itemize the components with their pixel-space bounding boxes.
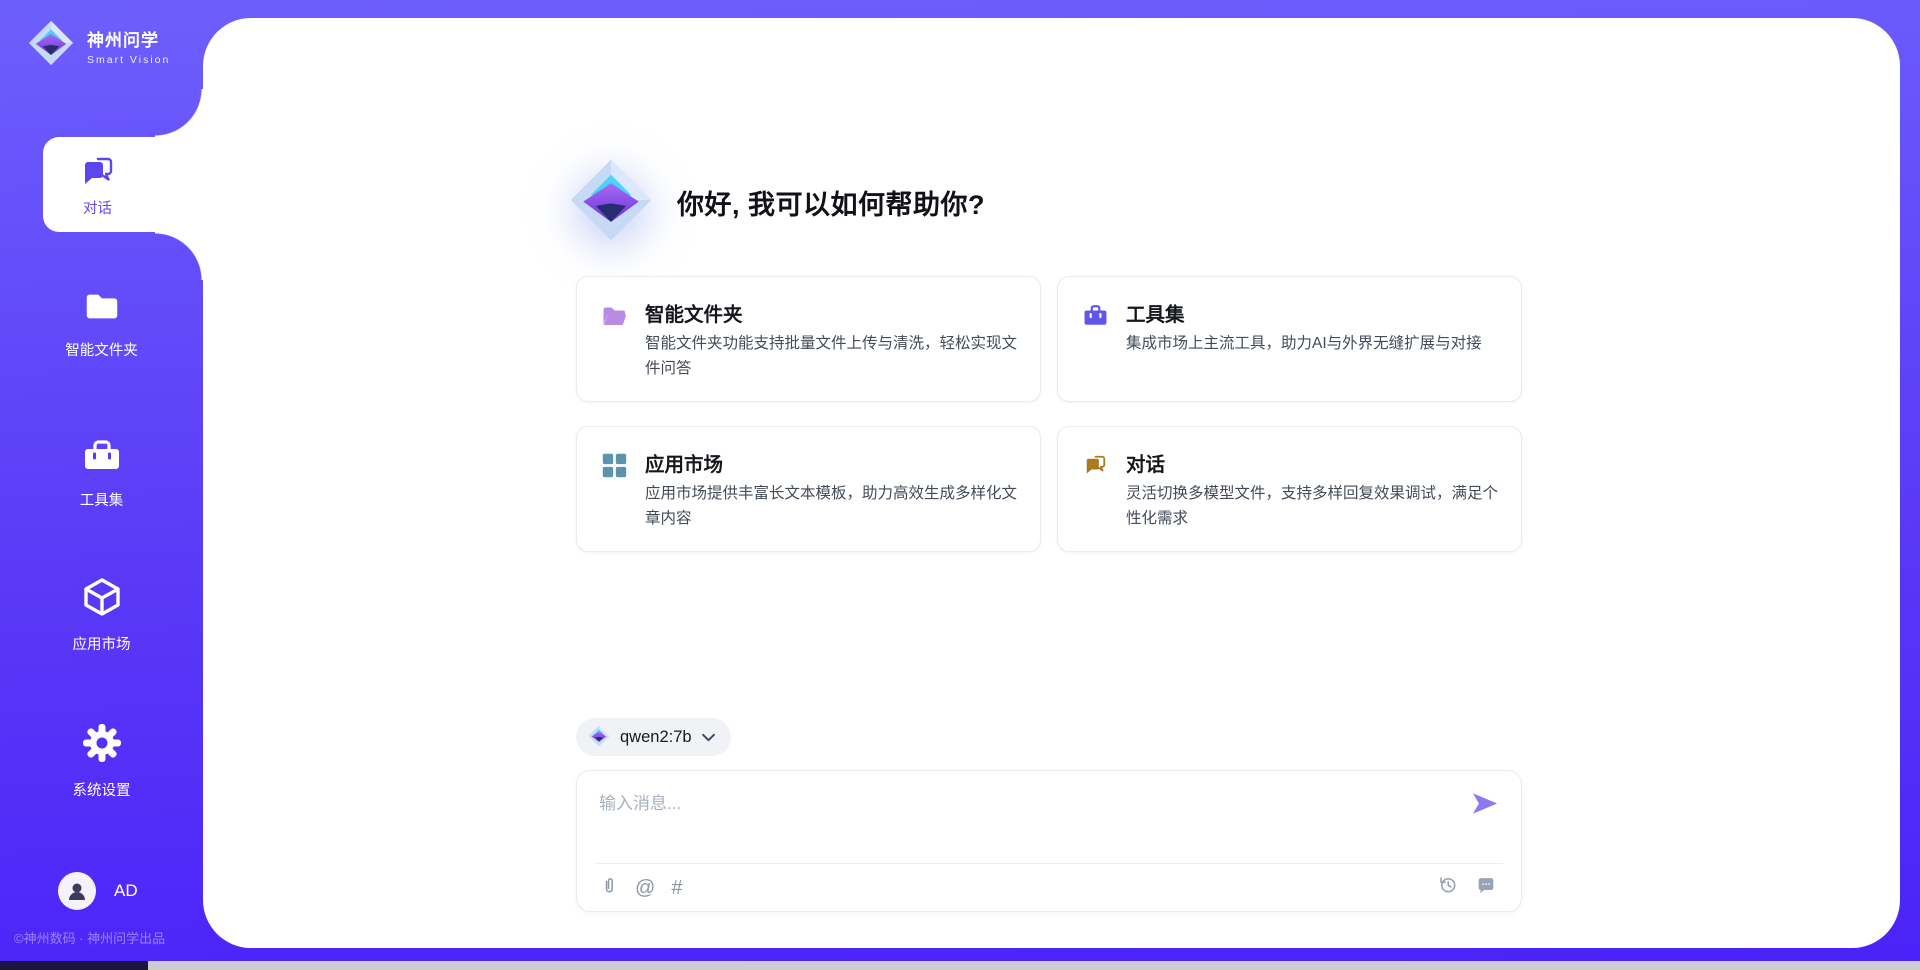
- greeting-text: 你好, 我可以如何帮助你?: [677, 183, 985, 222]
- assistant-logo-icon: [569, 158, 653, 247]
- brand-name: 神州问学: [87, 26, 170, 51]
- sidebar-item-app-market[interactable]: 应用市场: [0, 576, 203, 654]
- greeting: 你好, 我可以如何帮助你?: [569, 158, 985, 247]
- feedback-chat-icon: [1475, 874, 1497, 899]
- folder-icon: [82, 288, 122, 329]
- card-description: 应用市场提供丰富长文本模板，助力高效生成多样化文章内容: [645, 481, 1017, 531]
- sidebar-item-label: 系统设置: [73, 779, 131, 800]
- sidebar-item-settings[interactable]: 系统设置: [0, 722, 203, 800]
- gear-icon: [81, 722, 123, 769]
- composer-divider: [595, 863, 1503, 864]
- message-composer: @ #: [576, 770, 1522, 912]
- chat-icon: [1082, 452, 1109, 484]
- message-input[interactable]: [599, 787, 1439, 821]
- card-title: 工具集: [1126, 298, 1185, 327]
- brand-logo-icon: [28, 20, 74, 71]
- blocks-icon: [601, 452, 628, 484]
- attach-file-button[interactable]: [599, 874, 619, 901]
- card-app-market[interactable]: 应用市场 应用市场提供丰富长文本模板，助力高效生成多样化文章内容: [576, 426, 1041, 552]
- card-title: 应用市场: [645, 448, 723, 477]
- copyright: ©神州数码 · 神州问学出品: [14, 928, 165, 947]
- model-selector[interactable]: qwen2:7b: [576, 718, 731, 756]
- paperclip-icon: [599, 874, 619, 901]
- at-icon: @: [635, 876, 655, 900]
- history-icon: [1437, 874, 1459, 899]
- brand-text: 神州问学 Smart Vision: [87, 26, 170, 66]
- sidebar-item-toolset[interactable]: 工具集: [0, 436, 203, 510]
- card-toolset[interactable]: 工具集 集成市场上主流工具，助力AI与外界无缝扩展与对接: [1057, 276, 1522, 402]
- card-title: 对话: [1126, 448, 1165, 477]
- app-window: 神州问学 Smart Vision 对话 智能文件夹: [0, 0, 1920, 970]
- card-smart-folder[interactable]: 智能文件夹 智能文件夹功能支持批量文件上传与清洗，轻松实现文件问答: [576, 276, 1041, 402]
- send-button[interactable]: [1471, 791, 1499, 819]
- card-title: 智能文件夹: [645, 298, 743, 327]
- sidebar: 神州问学 Smart Vision 对话 智能文件夹: [0, 0, 203, 970]
- model-name: qwen2:7b: [620, 728, 692, 747]
- sidebar-item-chat[interactable]: 对话: [43, 137, 210, 232]
- composer-right-tools: [1437, 874, 1497, 899]
- sidebar-item-smart-folder[interactable]: 智能文件夹: [0, 288, 203, 360]
- card-description: 灵活切换多模型文件，支持多样回复效果调试，满足个性化需求: [1126, 481, 1498, 531]
- card-chat[interactable]: 对话 灵活切换多模型文件，支持多样回复效果调试，满足个性化需求: [1057, 426, 1522, 552]
- sidebar-item-label: 智能文件夹: [65, 339, 138, 360]
- topic-button[interactable]: #: [671, 876, 682, 900]
- history-button[interactable]: [1437, 874, 1459, 899]
- hash-icon: #: [671, 876, 682, 900]
- chevron-down-icon: [702, 730, 715, 745]
- send-icon: [1471, 804, 1499, 819]
- folder-open-icon: [601, 302, 628, 334]
- cube-icon: [81, 576, 123, 623]
- chat-icon: [78, 152, 118, 197]
- sidebar-item-label: 对话: [83, 197, 112, 218]
- model-logo-icon: [588, 725, 610, 750]
- feedback-button[interactable]: [1475, 874, 1497, 899]
- composer-tools: @ #: [599, 874, 682, 901]
- user-profile[interactable]: AD: [58, 872, 138, 910]
- card-description: 集成市场上主流工具，助力AI与外界无缝扩展与对接: [1126, 331, 1498, 356]
- briefcase-icon: [1082, 302, 1109, 334]
- brand: 神州问学 Smart Vision: [28, 20, 170, 71]
- active-tab-flare-bottom: [155, 232, 203, 280]
- brand-subtitle: Smart Vision: [87, 54, 170, 66]
- sidebar-item-label: 工具集: [80, 489, 124, 510]
- active-tab-flare-top: [155, 89, 203, 137]
- sidebar-item-label: 应用市场: [73, 633, 131, 654]
- feature-cards: 智能文件夹 智能文件夹功能支持批量文件上传与清洗，轻松实现文件问答 工具集 集成…: [576, 276, 1522, 552]
- mention-button[interactable]: @: [635, 876, 655, 900]
- avatar: [58, 872, 96, 910]
- main-panel: 你好, 我可以如何帮助你? 智能文件夹 智能文件夹功能支持批量文件上传与清洗，轻…: [203, 18, 1900, 948]
- card-description: 智能文件夹功能支持批量文件上传与清洗，轻松实现文件问答: [645, 331, 1017, 381]
- user-name: AD: [114, 881, 138, 901]
- toolbox-icon: [81, 436, 123, 479]
- horizontal-scrollbar-track[interactable]: [0, 961, 1920, 970]
- horizontal-scrollbar-thumb[interactable]: [148, 961, 1920, 970]
